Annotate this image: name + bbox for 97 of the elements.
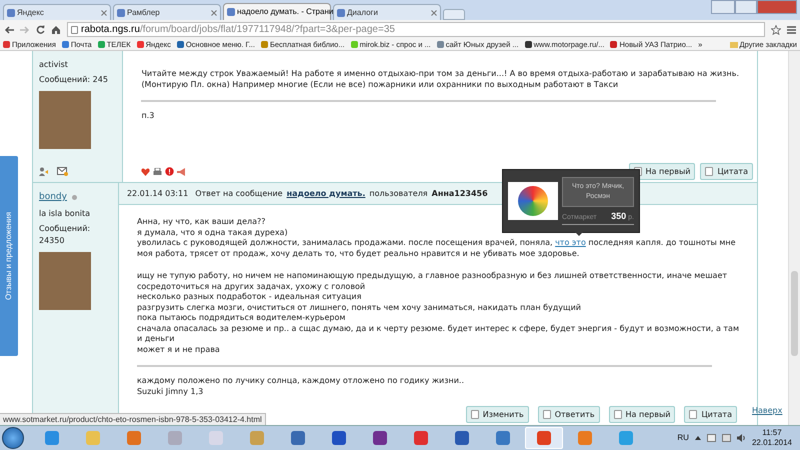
browser-tab[interactable]: надоело думать. - Страни — [223, 3, 331, 20]
post-text-line: ищу не тупую работу, но ничем не напоминающую предыдущую, а главное разнообразную и без лишней ответственности, иначе мешает — [136, 271, 728, 282]
post-text-line: может я и не права — [136, 344, 220, 355]
avatar-placeholder — [39, 91, 91, 149]
tab-title: Рамблер — [127, 6, 161, 18]
document-icon — [542, 410, 551, 419]
post-text-line: и деньги — [136, 334, 174, 344]
back-icon[interactable] — [4, 26, 14, 34]
reply-username: Анна123456 — [432, 188, 488, 200]
post-text-line: сосредоточиться на других задачах, ухожу с головой — [136, 282, 366, 292]
signature-text: п.3 — [141, 110, 154, 121]
message-count: Сообщений: 245 — [39, 74, 109, 86]
post-text-line: Анна, ну что, как ваши дела?? — [136, 217, 266, 228]
favicon-icon — [117, 8, 125, 16]
bookmark-favicon-icon — [610, 41, 618, 48]
post-button[interactable]: На первый — [608, 406, 676, 423]
signature-text: каждому положено по лучику солнца, каждому отложено по годику жизни.. — [136, 375, 464, 386]
reply-label: Ответ на сообщение — [195, 188, 283, 200]
bookmark-favicon-icon — [260, 41, 268, 48]
warning-icon[interactable] — [165, 167, 174, 176]
add-user-icon[interactable] — [39, 167, 49, 176]
folder-icon — [730, 42, 738, 48]
minimize-button[interactable] — [711, 0, 735, 14]
post-text-line: разгрузить слегка мозги, очиститься от лишнего, понять чем хочу заниматься, накидать план будущий — [136, 302, 581, 313]
back-to-top-link[interactable]: Наверх — [752, 405, 782, 417]
status-url: www.sotmarket.ru/product/chto-eto-rosmen-isbn-978-5-353-03412-4.html — [0, 413, 266, 425]
tab-title: Яндекс — [17, 6, 45, 18]
post-button[interactable]: Цитата — [684, 406, 737, 423]
scrollbar[interactable] — [788, 51, 800, 425]
post-text-line: я думала, что я одна такая дуреха) — [136, 228, 288, 238]
bookmark-favicon-icon — [524, 41, 532, 48]
url-text: rabota.ngs.ru/forum/board/jobs/flat/1977117948/?fpart=3&per-page=35 — [81, 23, 395, 37]
avatar-placeholder — [39, 252, 91, 310]
document-icon — [614, 410, 622, 419]
post-date: 22.01.14 03:11 — [126, 188, 188, 200]
scrollbar-thumb[interactable] — [791, 271, 798, 356]
clock[interactable]: 11:57 22.01.2014 — [752, 428, 792, 448]
quote-icon — [689, 410, 698, 419]
bookmark-favicon-icon — [98, 41, 105, 48]
address-bar[interactable]: rabota.ngs.ru/forum/board/jobs/flat/1977117948/?fpart=3&per-page=35 — [67, 22, 765, 37]
page-icon — [71, 26, 78, 34]
favicon-icon — [7, 8, 15, 16]
post-text-line: (Монтирую Пл. окна) Например многие (Если не все) пожарники или охранники по выходным работают в Такси — [141, 80, 618, 90]
taskbar-app[interactable] — [525, 427, 563, 449]
favicon-icon — [337, 8, 345, 16]
close-icon[interactable] — [101, 10, 107, 16]
browser-tab[interactable]: Рамблер — [113, 4, 221, 20]
ball-drawing — [518, 186, 548, 216]
reply-user-label: пользователя — [369, 188, 428, 200]
envelope-icon[interactable] — [57, 167, 68, 176]
username-link[interactable]: bondy — [39, 191, 67, 204]
price: 350 — [611, 210, 626, 223]
tab-title: Диалоги — [347, 6, 379, 18]
bookmark-favicon-icon — [350, 41, 358, 48]
close-icon[interactable] — [431, 10, 437, 16]
post-text-line: несколько разных подработок - идеальная ситуация — [136, 292, 362, 302]
clock-date: 22.01.2014 — [752, 438, 792, 448]
browser-tab[interactable]: Яндекс — [3, 4, 111, 20]
menu-icon[interactable] — [787, 26, 796, 34]
new-tab-button[interactable] — [443, 9, 465, 20]
tray-arrow-icon[interactable] — [694, 436, 701, 440]
tab-title: надоело думать. - Страни — [237, 6, 334, 18]
bookmark-favicon-icon — [176, 41, 184, 48]
bookmark-star-icon[interactable] — [771, 24, 781, 34]
user-rank: la isla bonita — [39, 208, 92, 220]
post-button[interactable]: Изменить — [466, 406, 529, 423]
post-button[interactable]: Цитата — [700, 163, 753, 180]
megaphone-icon[interactable] — [177, 168, 188, 176]
start-button[interactable] — [2, 427, 24, 449]
heart-icon[interactable] — [141, 168, 150, 176]
reload-icon[interactable] — [36, 25, 45, 34]
home-icon[interactable] — [51, 25, 61, 34]
quote-icon — [705, 167, 714, 176]
clock-time: 11:57 — [762, 428, 782, 438]
bookmark-favicon-icon — [136, 41, 144, 48]
close-icon[interactable] — [211, 10, 217, 16]
post-text-line: пока пытаюсь подрядиться водителем-курьером — [136, 313, 346, 324]
document-icon — [470, 410, 479, 419]
bookmark-favicon-icon — [436, 41, 444, 48]
inline-link[interactable]: что это — [555, 238, 586, 247]
user-rank: activist — [39, 59, 69, 71]
reply-link[interactable]: надоело думать. — [286, 188, 366, 200]
bookmark-favicon-icon — [62, 41, 69, 48]
favicon-icon — [227, 8, 235, 16]
signature-text: Suzuki Jimny 1,3 — [136, 386, 204, 397]
post-text-line: сначала опасалась за резюме и пр.. а сщас думаю, да и к черту резюме. будет интерес к сфере, будет энергия - будут и возможности, а там — [136, 324, 739, 334]
speaker-icon[interactable] — [736, 434, 746, 442]
post-text-line: уволилась с руководящей должности, занималась продажами. после посещения врачей, поняла, что это последняя капля. до тошноты мне — [136, 238, 736, 248]
bookmark-favicon-icon — [3, 41, 10, 48]
post-text-line: моя работа, трясет от продаж, хочу делать то, что будет реально нравится и не убивать мое здоровье. — [136, 248, 580, 259]
maximize-button[interactable] — [735, 0, 757, 14]
post-button[interactable]: Ответить — [538, 406, 600, 423]
language-indicator[interactable]: RU — [677, 432, 689, 444]
printer-icon[interactable] — [153, 168, 162, 176]
message-count: Сообщений: 24350 — [39, 222, 92, 246]
browser-tab[interactable]: Диалоги — [333, 4, 441, 20]
post-text-line: Читайте между строк Уважаемый! На работе я именно отдыхаю-при том за деньги...! А во время отдыха-работаю и зарабатываю на жизнь. — [141, 69, 739, 80]
